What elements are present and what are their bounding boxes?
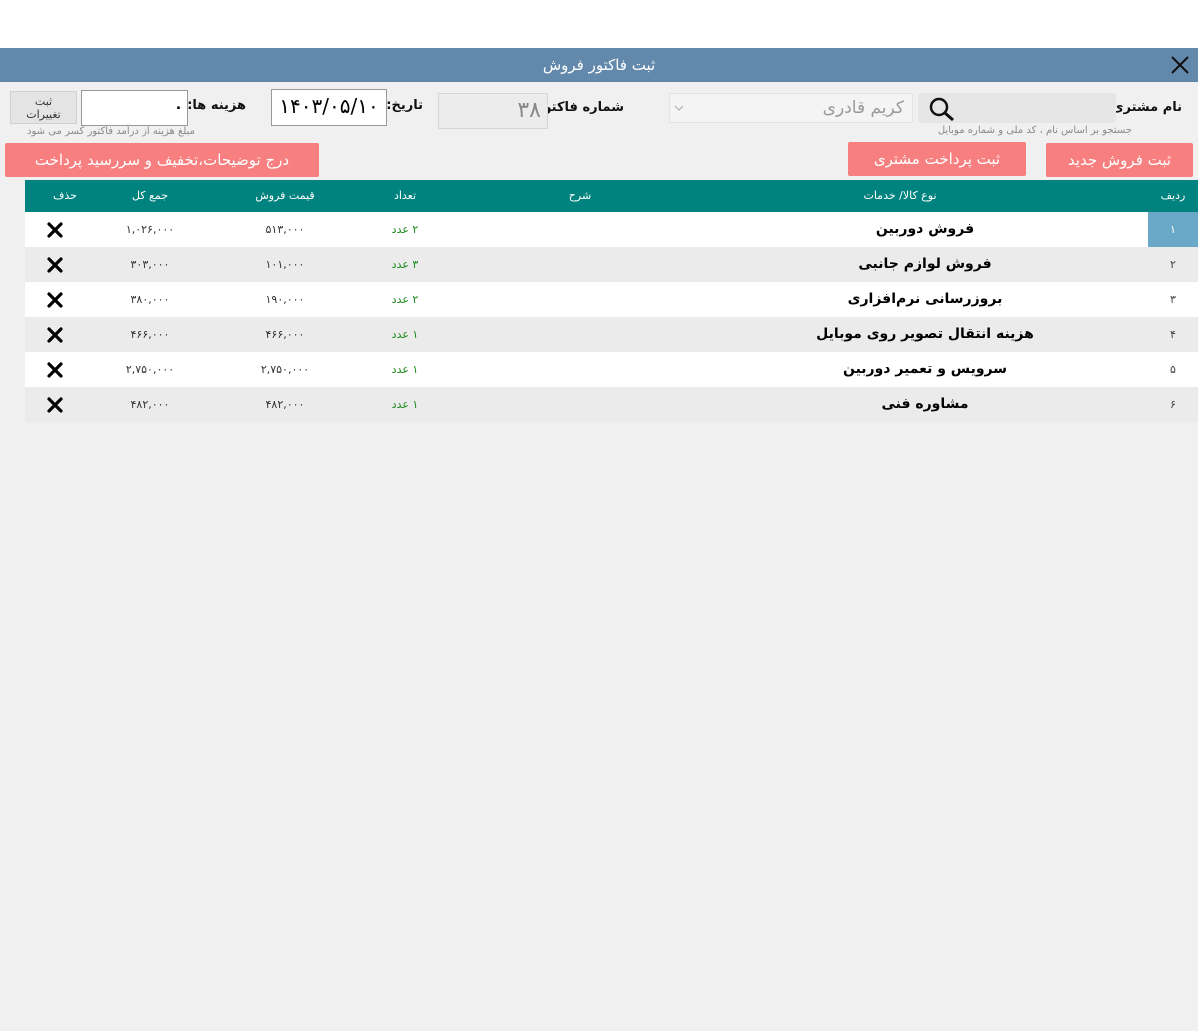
delete-row-button[interactable] [43, 282, 67, 317]
row-item: هزینه انتقال تصویر روی موبایل [816, 326, 1034, 342]
row-item: مشاوره فنی [881, 396, 969, 412]
table-row[interactable]: ۳ بروزرسانی نرم‌افزاری ۲ عدد ۱۹۰,۰۰۰ ۳۸۰… [25, 282, 1198, 317]
window-title: ثبت فاکتور فروش [542, 56, 656, 74]
close-icon [1171, 56, 1189, 74]
row-number: ۶ [1170, 398, 1176, 411]
date-value: ۱۴۰۳/۰۵/۱۰ [279, 94, 379, 118]
row-item: سرویس و تعمیر دوربین [842, 361, 1008, 377]
header-price: قیمت فروش [255, 189, 315, 202]
delete-row-button[interactable] [43, 317, 67, 352]
header-total: جمع کل [131, 189, 169, 202]
invoice-items-table: ردیف نوع کالا/ خدمات شرح تعداد قیمت فروش… [25, 180, 1198, 422]
invoice-number-value: ۳۸ [517, 98, 541, 123]
notes-discount-due-button[interactable]: درج توضیحات،تخفیف و سررسید پرداخت [5, 143, 319, 177]
delete-x-icon [47, 257, 63, 273]
row-quantity: ۲ عدد [391, 223, 419, 236]
search-icon[interactable] [924, 96, 958, 122]
delete-x-icon [47, 397, 63, 413]
row-price: ۱۹۰,۰۰۰ [265, 293, 305, 306]
delete-x-icon [47, 362, 63, 378]
customer-payment-button[interactable]: ثبت پرداخت مشتری [848, 142, 1026, 176]
new-sale-button[interactable]: ثبت فروش جدید [1046, 143, 1193, 177]
invoice-window: ثبت فاکتور فروش نام مشتری: جستجو بر اساس… [0, 48, 1198, 1031]
date-label: تاریخ: [386, 98, 423, 113]
cost-input[interactable]: ۰ [81, 90, 188, 126]
row-price: ۴۶۶,۰۰۰ [265, 328, 305, 341]
cost-hint: مبلغ هزینه از درآمد فاکتور کسر می شود [27, 126, 195, 137]
row-total: ۳۸۰,۰۰۰ [130, 293, 170, 306]
invoice-number-field: ۳۸ [438, 93, 548, 129]
row-total: ۳۰۳,۰۰۰ [130, 258, 170, 271]
title-bar: ثبت فاکتور فروش [0, 48, 1198, 82]
delete-x-icon [47, 222, 63, 238]
row-number: ۲ [1170, 258, 1176, 271]
row-price: ۵۱۳,۰۰۰ [265, 223, 305, 236]
table-header: ردیف نوع کالا/ خدمات شرح تعداد قیمت فروش… [25, 180, 1198, 212]
row-number: ۴ [1170, 328, 1176, 341]
header-item: نوع کالا/ خدمات [863, 189, 937, 202]
row-quantity: ۱ عدد [391, 398, 419, 411]
table-row[interactable]: ۶ مشاوره فنی ۱ عدد ۴۸۲,۰۰۰ ۴۸۲,۰۰۰ [25, 387, 1198, 422]
row-quantity: ۳ عدد [391, 258, 419, 271]
cost-label: هزینه ها: [187, 98, 246, 113]
row-total: ۴۶۶,۰۰۰ [130, 328, 170, 341]
row-quantity: ۱ عدد [391, 328, 419, 341]
row-total: ۲,۷۵۰,۰۰۰ [125, 363, 175, 376]
table-row[interactable]: ۴ هزینه انتقال تصویر روی موبایل ۱ عدد ۴۶… [25, 317, 1198, 352]
chevron-down-icon [674, 105, 684, 111]
header-description: شرح [568, 189, 592, 202]
header-quantity: تعداد [393, 189, 417, 202]
header-delete: حذف [53, 189, 77, 202]
row-item: فروش دوربین [875, 221, 975, 237]
delete-row-button[interactable] [43, 247, 67, 282]
delete-row-button[interactable] [43, 387, 67, 422]
table-row[interactable]: ۱ فروش دوربین ۲ عدد ۵۱۳,۰۰۰ ۱,۰۲۶,۰۰۰ [25, 212, 1198, 247]
row-total: ۱,۰۲۶,۰۰۰ [125, 223, 175, 236]
customer-select-value: کریم قادری [822, 98, 904, 118]
row-item: فروش لوازم جانبی [858, 256, 992, 272]
header-row-number: ردیف [1160, 189, 1186, 202]
cost-value: ۰ [173, 98, 183, 116]
row-item: بروزرسانی نرم‌افزاری [847, 291, 1003, 307]
date-field[interactable]: ۱۴۰۳/۰۵/۱۰ [271, 89, 387, 126]
customer-label: نام مشتری: [1106, 100, 1182, 115]
table-row[interactable]: ۲ فروش لوازم جانبی ۳ عدد ۱۰۱,۰۰۰ ۳۰۳,۰۰۰ [25, 247, 1198, 282]
row-number: ۳ [1170, 293, 1176, 306]
row-quantity: ۱ عدد [391, 363, 419, 376]
customer-hint: جستجو بر اساس نام ، کد ملی و شماره موبای… [937, 125, 1132, 136]
row-total: ۴۸۲,۰۰۰ [130, 398, 170, 411]
row-number: ۵ [1170, 363, 1176, 376]
row-quantity: ۲ عدد [391, 293, 419, 306]
delete-row-button[interactable] [43, 352, 67, 387]
close-button[interactable] [1166, 51, 1194, 79]
row-price: ۱۰۱,۰۰۰ [265, 258, 305, 271]
delete-x-icon [47, 327, 63, 343]
row-number: ۱ [1148, 212, 1198, 247]
save-changes-label-line2: تغییرات [26, 108, 61, 121]
customer-search-input[interactable] [918, 93, 1116, 123]
customer-select[interactable]: کریم قادری [669, 93, 913, 123]
save-changes-button[interactable]: ثبت تغییرات [10, 91, 77, 124]
row-price: ۲,۷۵۰,۰۰۰ [260, 363, 310, 376]
delete-row-button[interactable] [43, 212, 67, 247]
row-price: ۴۸۲,۰۰۰ [265, 398, 305, 411]
table-row[interactable]: ۵ سرویس و تعمیر دوربین ۱ عدد ۲,۷۵۰,۰۰۰ ۲… [25, 352, 1198, 387]
delete-x-icon [47, 292, 63, 308]
save-changes-label-line1: ثبت [34, 95, 53, 108]
